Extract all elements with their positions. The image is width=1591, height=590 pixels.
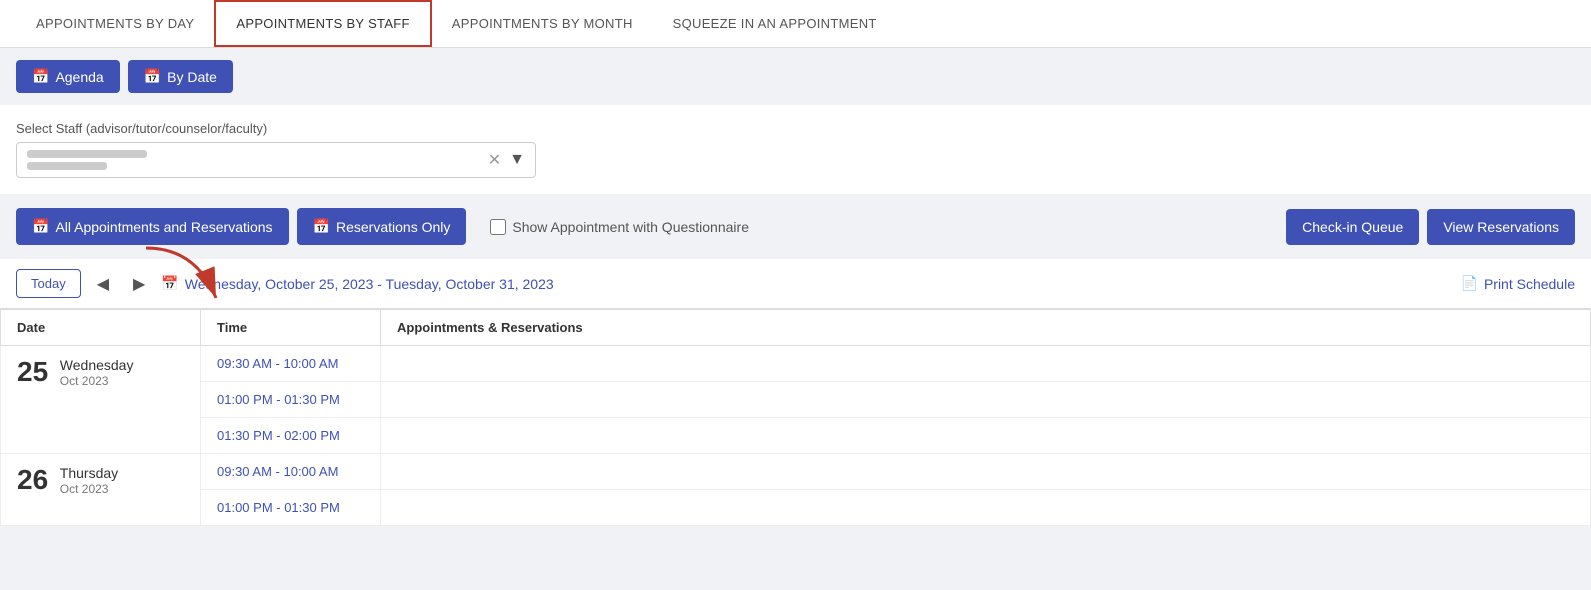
appointment-cell	[381, 454, 1591, 490]
col-appts: Appointments & Reservations	[381, 310, 1591, 346]
placeholder-bars	[27, 150, 147, 170]
placeholder-bar-2	[27, 162, 107, 170]
time-cell[interactable]: 01:30 PM - 02:00 PM	[201, 418, 381, 454]
placeholder-bar-1	[27, 150, 147, 158]
tab-appointments-by-staff[interactable]: APPOINTMENTS BY STAFF	[214, 0, 431, 47]
all-appointments-button[interactable]: 📅 All Appointments and Reservations	[16, 208, 289, 245]
date-nav-row: Today ◀ ▶ 📅 Wednesday, October 25, 2023 …	[0, 259, 1591, 309]
show-questionnaire-checkbox[interactable]	[490, 219, 506, 235]
select-dropdown-icon[interactable]: ▼	[509, 151, 525, 169]
next-nav-button[interactable]: ▶	[125, 270, 153, 298]
time-cell[interactable]: 09:30 AM - 10:00 AM	[201, 346, 381, 382]
calendar-icon-3: 📅	[32, 218, 49, 235]
table-row: 01:30 PM - 02:00 PM	[1, 418, 1591, 454]
date-month-year: Oct 2023	[60, 482, 109, 496]
select-staff-placeholder	[27, 150, 488, 170]
table-row: 26 Thursday Oct 2023 09:30 AM - 10:00 AM	[1, 454, 1591, 490]
print-schedule-button[interactable]: 📄 Print Schedule	[1461, 275, 1576, 292]
table-row: 25 Wednesday Oct 2023 09:30 AM - 10:00 A…	[1, 346, 1591, 382]
view-buttons-row: 📅 Agenda 📅 By Date	[0, 48, 1591, 105]
col-time: Time	[201, 310, 381, 346]
table-header: Date Time Appointments & Reservations	[1, 310, 1591, 346]
calendar-icon: 📅	[32, 68, 49, 85]
appointment-cell	[381, 382, 1591, 418]
filter-buttons-container: 📅 All Appointments and Reservations 📅 Re…	[16, 208, 466, 245]
time-cell[interactable]: 01:00 PM - 01:30 PM	[201, 490, 381, 526]
print-icon: 📄	[1461, 275, 1478, 292]
select-staff-section: Select Staff (advisor/tutor/counselor/fa…	[0, 105, 1591, 194]
date-number: 25	[17, 356, 48, 388]
appointment-cell	[381, 346, 1591, 382]
time-cell[interactable]: 09:30 AM - 10:00 AM	[201, 454, 381, 490]
date-day-name: Wednesday	[60, 357, 134, 373]
tab-appointments-by-day[interactable]: APPOINTMENTS BY DAY	[16, 2, 214, 45]
table-row: 01:00 PM - 01:30 PM	[1, 490, 1591, 526]
tab-appointments-by-month[interactable]: APPOINTMENTS BY MONTH	[432, 2, 653, 45]
col-date: Date	[1, 310, 201, 346]
appointment-cell	[381, 418, 1591, 454]
date-number: 26	[17, 464, 48, 496]
select-staff-label: Select Staff (advisor/tutor/counselor/fa…	[16, 121, 1575, 136]
top-tabs-bar: APPOINTMENTS BY DAY APPOINTMENTS BY STAF…	[0, 0, 1591, 48]
date-cell: 25 Wednesday Oct 2023	[1, 346, 201, 454]
date-cell: 26 Thursday Oct 2023	[1, 454, 201, 526]
table-row: 01:00 PM - 01:30 PM	[1, 382, 1591, 418]
time-cell[interactable]: 01:00 PM - 01:30 PM	[201, 382, 381, 418]
select-staff-input[interactable]: ✕ ▼	[16, 142, 536, 178]
appointment-cell	[381, 490, 1591, 526]
check-in-queue-button[interactable]: Check-in Queue	[1286, 209, 1419, 245]
table-body: 25 Wednesday Oct 2023 09:30 AM - 10:00 A…	[1, 346, 1591, 526]
filter-row: 📅 All Appointments and Reservations 📅 Re…	[0, 194, 1591, 259]
calendar-icon-2: 📅	[144, 68, 161, 85]
prev-nav-button[interactable]: ◀	[89, 270, 117, 298]
date-day-name: Thursday	[60, 465, 118, 481]
by-date-button[interactable]: 📅 By Date	[128, 60, 233, 93]
agenda-button[interactable]: 📅 Agenda	[16, 60, 120, 93]
reservations-only-button[interactable]: 📅 Reservations Only	[297, 208, 467, 245]
today-button[interactable]: Today	[16, 269, 81, 298]
show-questionnaire-label[interactable]: Show Appointment with Questionnaire	[490, 219, 749, 235]
view-reservations-button[interactable]: View Reservations	[1427, 209, 1575, 245]
select-clear-icon[interactable]: ✕	[488, 150, 501, 170]
date-range-display: 📅 Wednesday, October 25, 2023 - Tuesday,…	[161, 275, 553, 292]
date-month-year: Oct 2023	[60, 374, 109, 388]
calendar-icon-4: 📅	[313, 218, 330, 235]
tab-squeeze-in[interactable]: SQUEEZE IN AN APPOINTMENT	[653, 2, 897, 45]
date-range-calendar-icon: 📅	[161, 275, 178, 292]
appointments-table: Date Time Appointments & Reservations 25…	[0, 309, 1591, 526]
